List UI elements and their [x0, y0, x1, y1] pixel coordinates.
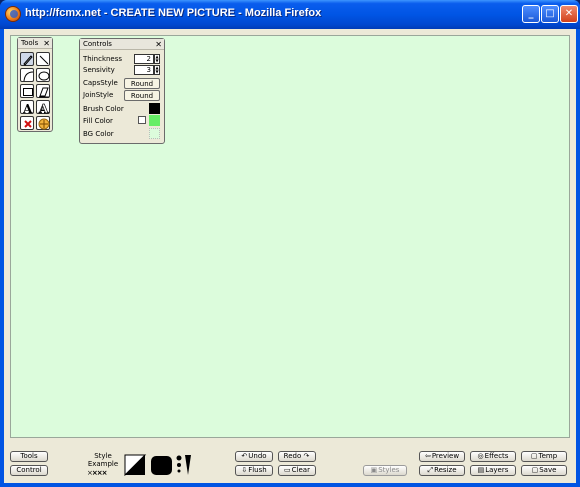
styles-icon: ▣	[370, 466, 378, 474]
brush-color-label: Brush Color	[83, 105, 124, 113]
ellipse-tool-button[interactable]	[36, 68, 50, 82]
title-bar[interactable]: http://fcmx.net - CREATE NEW PICTURE - M…	[0, 0, 580, 29]
curve-tool-button[interactable]	[20, 68, 34, 82]
example-label: Example	[87, 460, 119, 468]
tools-panel-title[interactable]: Tools ✕	[18, 38, 52, 49]
control-toggle-button[interactable]: Control	[10, 465, 48, 476]
pencil-icon	[23, 55, 33, 66]
clear-tool-button[interactable]	[20, 116, 34, 130]
redo-icon: ↷	[301, 452, 310, 460]
browser-window: http://fcmx.net - CREATE NEW PICTURE - M…	[0, 0, 580, 487]
sensitivity-stepper[interactable]: ▲ ▼	[154, 65, 160, 75]
tool-grid: A A	[18, 49, 52, 133]
flush-label: Flush	[248, 466, 267, 474]
move-arrows-icon	[38, 118, 50, 130]
resize-label: Resize	[434, 466, 457, 474]
controls-panel: Controls ✕ Thinckness 2 ▲ ▼ Sensivity 3 ▲…	[79, 38, 165, 144]
layers-label: Layers	[485, 466, 509, 474]
layers-button[interactable]: ▤Layers	[470, 465, 516, 476]
clear-icon: ▭	[284, 466, 291, 474]
effects-button[interactable]: ◎Effects	[470, 451, 516, 462]
close-button[interactable]: ✕	[560, 5, 578, 23]
sensitivity-label: Sensivity	[83, 66, 115, 74]
styles-label: Styles	[378, 466, 400, 474]
move-tool-button[interactable]	[36, 116, 50, 130]
thickness-label: Thinckness	[83, 55, 123, 63]
save-button[interactable]: ▢Save	[521, 465, 567, 476]
preview-icon: ⇦	[424, 452, 431, 460]
undo-icon: ↶	[241, 452, 248, 460]
controls-panel-title-text: Controls	[83, 40, 112, 48]
redo-label: Redo	[283, 452, 302, 460]
tools-panel-title-text: Tools	[21, 39, 39, 47]
close-icon[interactable]: ✕	[155, 39, 162, 50]
fill-color-swatch[interactable]	[149, 115, 160, 126]
layers-icon: ▤	[477, 466, 485, 474]
rectangle-tool-button[interactable]	[20, 84, 34, 98]
firefox-icon	[5, 6, 21, 22]
effects-label: Effects	[484, 452, 509, 460]
resize-icon: ⤢	[427, 466, 434, 474]
svg-text:A: A	[22, 102, 33, 115]
undo-button[interactable]: ↶Undo	[235, 451, 273, 462]
text-tool-button[interactable]: A	[20, 100, 34, 115]
line-tool-button[interactable]	[36, 52, 50, 66]
rectangle-icon	[23, 88, 33, 96]
flush-icon: ⇩	[241, 466, 248, 474]
caps-style-select[interactable]: Round	[124, 78, 160, 89]
save-icon: ▢	[531, 466, 539, 474]
flush-button[interactable]: ⇩Flush	[235, 465, 273, 476]
resize-button[interactable]: ⤢Resize	[419, 465, 465, 476]
join-style-label: JoinStyle	[83, 91, 114, 99]
outline-text-icon: A	[38, 102, 50, 115]
join-style-select[interactable]: Round	[124, 90, 160, 101]
tools-toggle-button[interactable]: Tools	[10, 451, 48, 462]
minimize-button[interactable]: _	[522, 5, 540, 23]
svg-text:A: A	[38, 102, 49, 115]
thickness-stepper[interactable]: ▲ ▼	[154, 54, 160, 64]
text-icon: A	[22, 102, 33, 115]
red-x-icon	[24, 120, 32, 128]
eraser-tool-button[interactable]	[36, 84, 50, 98]
eraser-icon	[39, 87, 49, 98]
caps-style-label: CapsStyle	[83, 79, 118, 87]
styles-button[interactable]: ▣Styles	[363, 465, 407, 476]
ellipse-icon	[38, 71, 50, 81]
bg-color-label: BG Color	[83, 130, 114, 138]
fill-toggle-checkbox[interactable]	[138, 116, 146, 124]
app-area: Tools ✕ A A Controls ✕ Thinckness 2 ▲ ▼ …	[4, 29, 576, 483]
maximize-button[interactable]: □	[541, 5, 559, 23]
preview-button[interactable]: ⇦Preview	[419, 451, 465, 462]
controls-panel-title[interactable]: Controls ✕	[80, 39, 164, 50]
clear-button[interactable]: ▭Clear	[278, 465, 316, 476]
effects-icon: ◎	[477, 452, 484, 460]
line-icon	[39, 55, 49, 65]
sensitivity-input[interactable]: 3	[134, 65, 154, 75]
save-label: Save	[539, 466, 557, 474]
clear-label: Clear	[291, 466, 310, 474]
window-title: http://fcmx.net - CREATE NEW PICTURE - M…	[25, 7, 322, 19]
temp-icon: ▢	[530, 452, 538, 460]
curve-icon	[23, 71, 34, 82]
temp-button[interactable]: ▢Temp	[521, 451, 567, 462]
outline-text-tool-button[interactable]: A	[36, 100, 50, 115]
close-icon[interactable]: ✕	[43, 38, 50, 49]
pencil-tool-button[interactable]	[20, 52, 34, 66]
thickness-input[interactable]: 2	[134, 54, 154, 64]
temp-label: Temp	[538, 452, 558, 460]
style-label: Style	[94, 452, 112, 460]
brush-color-swatch[interactable]	[149, 103, 160, 114]
fill-color-label: Fill Color	[83, 117, 113, 125]
bg-color-swatch[interactable]	[149, 128, 160, 139]
tools-panel: Tools ✕ A A	[17, 37, 53, 132]
style-example-icon[interactable]	[124, 454, 194, 476]
preview-label: Preview	[431, 452, 460, 460]
undo-label: Undo	[248, 452, 267, 460]
redo-button[interactable]: Redo ↷	[278, 451, 316, 462]
style-marks: ××××	[87, 469, 107, 477]
